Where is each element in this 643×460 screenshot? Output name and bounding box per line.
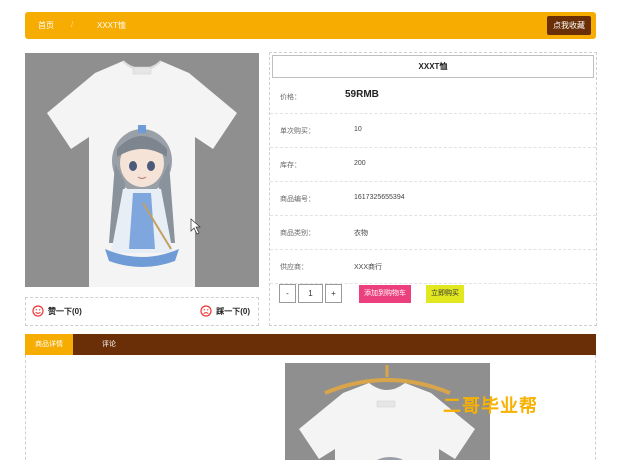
tshirt-illustration	[25, 53, 259, 287]
like-label: 赞一下(0)	[48, 306, 82, 316]
stock-value: 200	[354, 160, 366, 167]
breadcrumb-current: XXXT恤	[97, 21, 126, 30]
category-label: 商品类别：	[280, 230, 315, 237]
tab-product-details[interactable]: 商品详情	[25, 334, 73, 355]
breadcrumb-separator: /	[71, 20, 74, 29]
smile-icon	[32, 305, 44, 317]
price-label: 价格：	[280, 94, 301, 101]
product-id-label: 商品编号：	[280, 196, 315, 203]
supplier-value: XXX商行	[354, 264, 383, 271]
dislike-label: 踩一下(0)	[216, 306, 250, 316]
stock-label: 库存：	[280, 162, 301, 169]
add-to-cart-button[interactable]: 添加到购物车	[359, 285, 411, 303]
favorite-button[interactable]: 点我收藏	[547, 16, 591, 35]
frown-icon	[200, 305, 212, 317]
category-value: 衣物	[354, 230, 368, 237]
info-row-min-purchase: 单次购买： 10	[270, 114, 596, 148]
tab-comments[interactable]: 评论	[92, 334, 126, 355]
product-image	[25, 53, 259, 287]
breadcrumb-home-link[interactable]: 首页	[38, 20, 54, 31]
info-row-price: 价格： 59RMB	[270, 80, 596, 114]
tabs-bar: 商品详情 评论	[25, 334, 596, 355]
like-button[interactable]: 赞一下(0)	[32, 305, 82, 317]
quantity-input[interactable]: 1	[298, 284, 323, 303]
info-row-supplier: 供应商： XXX商行	[270, 250, 596, 284]
info-row-stock: 库存： 200	[270, 148, 596, 182]
min-purchase-label: 单次购买：	[280, 128, 315, 135]
price-value: 59RMB	[345, 89, 379, 100]
min-purchase-value: 10	[354, 126, 362, 133]
info-row-category: 商品类别： 衣物	[270, 216, 596, 250]
rating-bar: 赞一下(0) 踩一下(0)	[25, 297, 259, 326]
supplier-label: 供应商：	[280, 264, 308, 271]
watermark-text: 二哥毕业帮	[443, 396, 538, 416]
buy-now-button[interactable]: 立即购买	[426, 285, 464, 303]
quantity-decrease-button[interactable]: -	[279, 284, 296, 303]
product-id-value: 1617325655394	[354, 194, 405, 201]
product-title: XXXT恤	[272, 55, 594, 78]
quantity-increase-button[interactable]: +	[325, 284, 342, 303]
header-bar: 首页 / XXXT恤 点我收藏	[25, 12, 596, 39]
info-row-product-id: 商品编号： 1617325655394	[270, 182, 596, 216]
dislike-button[interactable]: 踩一下(0)	[200, 305, 250, 317]
